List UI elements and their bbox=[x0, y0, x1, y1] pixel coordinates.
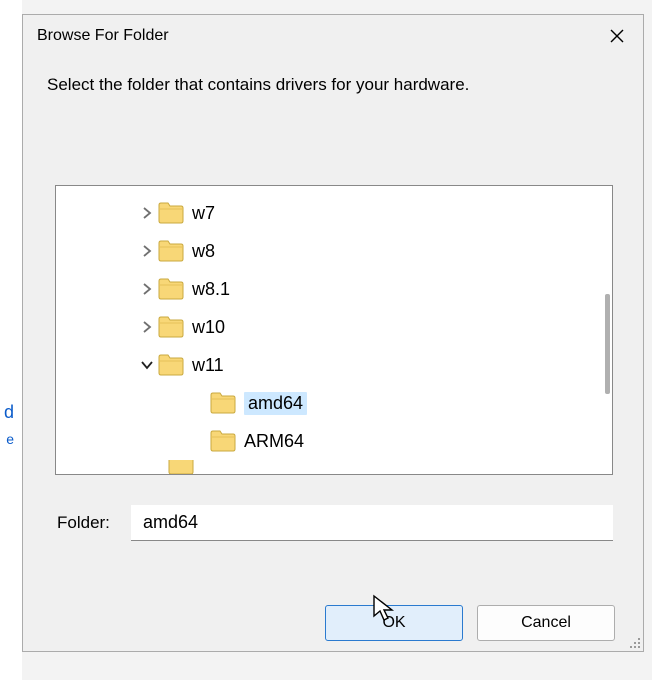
tree-node-label: w10 bbox=[192, 317, 225, 338]
tree-node-partial[interactable] bbox=[56, 460, 612, 475]
close-button[interactable] bbox=[603, 22, 631, 50]
chevron-right-icon[interactable] bbox=[136, 316, 158, 338]
ok-button-label: OK bbox=[382, 614, 405, 632]
tree-node-w11[interactable]: w11 bbox=[56, 346, 612, 384]
tree-node-amd64[interactable]: amd64 bbox=[56, 384, 612, 422]
chevron-right-icon[interactable] bbox=[136, 202, 158, 224]
folder-icon bbox=[158, 240, 184, 262]
tree-node-label-selected: amd64 bbox=[244, 392, 307, 415]
folder-field-row: Folder: bbox=[57, 505, 613, 541]
chevron-right-icon[interactable] bbox=[136, 278, 158, 300]
tree-node-arm64[interactable]: ARM64 bbox=[56, 422, 612, 460]
scrollbar-thumb[interactable] bbox=[605, 294, 610, 394]
folder-icon bbox=[158, 316, 184, 338]
background-text-fragment: e bbox=[0, 431, 14, 447]
folder-tree[interactable]: w7 w8 w8.1 bbox=[55, 185, 613, 475]
close-icon bbox=[609, 28, 625, 44]
folder-icon bbox=[158, 354, 184, 376]
tree-node-label: w8.1 bbox=[192, 279, 230, 300]
dialog-title: Browse For Folder bbox=[37, 27, 603, 45]
instruction-text: Select the folder that contains drivers … bbox=[23, 57, 643, 95]
background-text-fragment: d bbox=[0, 402, 14, 423]
folder-icon bbox=[158, 202, 184, 224]
titlebar[interactable]: Browse For Folder bbox=[23, 15, 643, 57]
resize-grip[interactable] bbox=[627, 635, 641, 649]
cancel-button-label: Cancel bbox=[521, 614, 571, 632]
dialog-buttons: OK Cancel bbox=[23, 605, 643, 641]
tree-node-w10[interactable]: w10 bbox=[56, 308, 612, 346]
browse-for-folder-dialog: Browse For Folder Select the folder that… bbox=[22, 14, 644, 652]
folder-icon bbox=[158, 278, 184, 300]
cancel-button[interactable]: Cancel bbox=[477, 605, 615, 641]
tree-node-label: ARM64 bbox=[244, 431, 304, 452]
chevron-right-icon[interactable] bbox=[136, 240, 158, 262]
chevron-down-icon[interactable] bbox=[136, 354, 158, 376]
background-window-edge bbox=[0, 0, 22, 680]
tree-node-w8[interactable]: w8 bbox=[56, 232, 612, 270]
tree-node-label: w8 bbox=[192, 241, 215, 262]
tree-node-label: w7 bbox=[192, 203, 215, 224]
folder-input[interactable] bbox=[131, 505, 613, 541]
folder-field-label: Folder: bbox=[57, 513, 131, 533]
tree-node-w7[interactable]: w7 bbox=[56, 194, 612, 232]
folder-icon bbox=[168, 460, 194, 475]
tree-node-w8-1[interactable]: w8.1 bbox=[56, 270, 612, 308]
folder-icon bbox=[210, 430, 236, 452]
tree-node-label: w11 bbox=[192, 355, 224, 376]
ok-button[interactable]: OK bbox=[325, 605, 463, 641]
folder-icon bbox=[210, 392, 236, 414]
